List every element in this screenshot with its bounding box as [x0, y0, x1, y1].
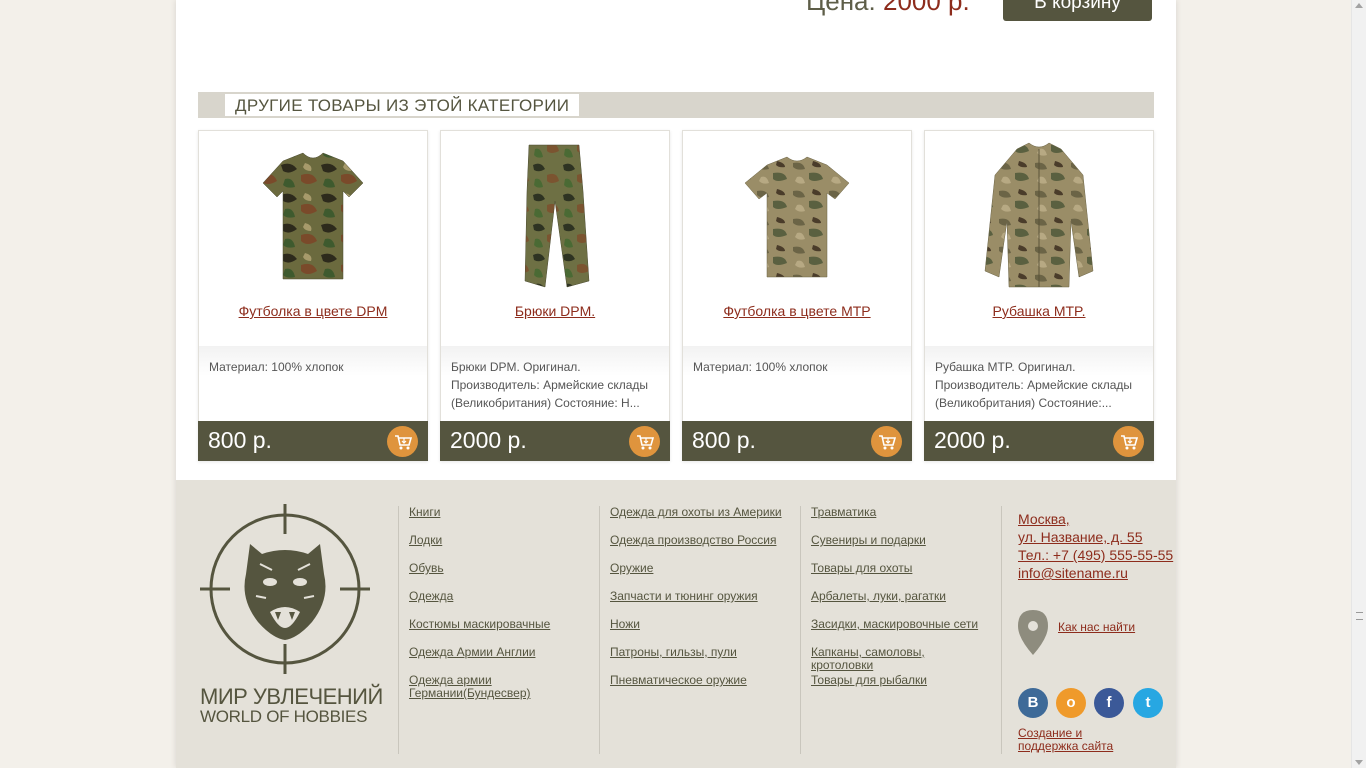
footer-link[interactable]: Товары для охоты	[811, 561, 912, 575]
footer-link[interactable]: Товары для рыбалки	[811, 673, 927, 687]
price-label: Цена:	[806, 0, 876, 16]
footer-link[interactable]: Книги	[409, 505, 440, 519]
product-image-tshirt-dpm[interactable]	[199, 131, 427, 291]
product-description: Материал: 100% хлопок	[683, 346, 911, 421]
contact-phone[interactable]: Тел.: +7 (495) 555-55-55	[1018, 546, 1173, 564]
footer-link[interactable]: Оружие	[610, 561, 653, 575]
site-credit-link[interactable]: Создание и поддержка сайта	[1018, 727, 1138, 753]
footer-menu-column-3: Травматика Сувениры и подарки Товары для…	[800, 506, 1001, 754]
category-title: ДРУГИЕ ТОВАРЫ ИЗ ЭТОЙ КАТЕГОРИИ	[223, 92, 582, 118]
product-price: 2000 р.	[934, 427, 1011, 453]
product-price-bar: 800 р.	[198, 421, 428, 461]
contact-block: Москва, ул. Название, д. 55 Тел.: +7 (49…	[1018, 510, 1173, 582]
footer-menu-column-2: Одежда для охоты из Америки Одежда произ…	[599, 506, 800, 754]
product-title-link[interactable]: Рубашка MTP.	[925, 303, 1153, 319]
top-product-price: Цена: 2000 р.	[806, 0, 970, 17]
footer-link[interactable]: Одежда Армии Англии	[409, 645, 535, 659]
page-container: Цена: 2000 р. В корзину ДРУГИЕ ТОВАРЫ ИЗ…	[176, 0, 1176, 768]
product-price: 800 р.	[692, 427, 756, 453]
footer-link[interactable]: Одежда для охоты из Америки	[610, 505, 782, 519]
product-image-tshirt-mtp[interactable]	[683, 131, 911, 291]
product-card[interactable]: Рубашка MTP. Рубашка MTP. Оригинал. Прои…	[924, 130, 1154, 461]
tiger-logo-icon[interactable]	[200, 504, 370, 674]
product-card[interactable]: Футболка в цвете MTP Материал: 100% хлоп…	[682, 130, 912, 461]
footer-link[interactable]: Костюмы маскировачные	[409, 617, 550, 631]
footer-link[interactable]: Капканы, самоловы, кротоловки	[811, 645, 925, 672]
cart-icon[interactable]	[387, 426, 418, 457]
product-title-link[interactable]: Футболка в цвете DPM	[199, 303, 427, 319]
footer-link[interactable]: Ножи	[610, 617, 640, 631]
product-card[interactable]: Футболка в цвете DPM Материал: 100% хлоп…	[198, 130, 428, 461]
odnoklassniki-icon[interactable]: o	[1056, 688, 1086, 718]
cart-icon[interactable]	[629, 426, 660, 457]
footer-link[interactable]: Арбалеты, луки, рагатки	[811, 589, 946, 603]
contact-city[interactable]: Москва,	[1018, 510, 1173, 528]
price-value: 2000 р.	[882, 0, 970, 16]
footer-link[interactable]: Лодки	[409, 533, 442, 547]
footer-link[interactable]: Обувь	[409, 561, 444, 575]
product-description: Рубашка MTP. Оригинал. Производитель: Ар…	[925, 346, 1153, 421]
product-price-bar: 800 р.	[682, 421, 912, 461]
product-description: Материал: 100% хлопок	[199, 346, 427, 421]
product-price: 800 р.	[208, 427, 272, 453]
footer-column-divider	[1001, 506, 1003, 754]
product-image-shirt-mtp[interactable]	[925, 131, 1153, 291]
find-us-link[interactable]: Как нас найти	[1058, 620, 1135, 634]
cart-icon[interactable]	[871, 426, 902, 457]
product-title-link[interactable]: Футболка в цвете MTP	[683, 303, 911, 319]
facebook-icon[interactable]: f	[1094, 688, 1124, 718]
twitter-icon[interactable]: t	[1133, 688, 1163, 718]
footer-link[interactable]: Пневматическое оружие	[610, 673, 747, 687]
contact-email[interactable]: info@sitename.ru	[1018, 564, 1173, 582]
vertical-scrollbar[interactable]	[1351, 0, 1366, 768]
product-price-bar: 2000 р.	[924, 421, 1154, 461]
contact-street[interactable]: ул. Название, д. 55	[1018, 528, 1173, 546]
footer: МИР УВЛЕЧЕНИЙ WORLD OF HOBBIES Книги Лод…	[176, 480, 1176, 768]
vk-icon[interactable]: В	[1018, 688, 1048, 718]
scroll-up-arrow-icon[interactable]	[1355, 3, 1363, 8]
map-pin-icon[interactable]	[1018, 610, 1048, 655]
scrollbar-grip-icon[interactable]	[1356, 612, 1363, 620]
product-description: Брюки DPM. Оригинал. Производитель: Арме…	[441, 346, 669, 421]
product-title-link[interactable]: Брюки DPM.	[441, 303, 669, 319]
footer-link[interactable]: Засидки, маскировочные сети	[811, 617, 978, 631]
brand-name-en: WORLD OF HOBBIES	[200, 707, 368, 726]
footer-link[interactable]: Травматика	[811, 505, 876, 519]
cart-icon[interactable]	[1113, 426, 1144, 457]
footer-menu-column-1: Книги Лодки Обувь Одежда Костюмы маскиро…	[398, 506, 599, 754]
footer-link[interactable]: Одежда армии Германии(Бундесвер)	[409, 673, 531, 700]
product-price: 2000 р.	[450, 427, 527, 453]
footer-link[interactable]: Одежда	[409, 589, 453, 603]
add-to-cart-button[interactable]: В корзину	[1003, 0, 1152, 21]
footer-link[interactable]: Сувениры и подарки	[811, 533, 926, 547]
product-price-bar: 2000 р.	[440, 421, 670, 461]
scroll-down-arrow-icon[interactable]	[1355, 760, 1363, 765]
footer-link[interactable]: Патроны, гильзы, пули	[610, 645, 737, 659]
footer-link[interactable]: Запчасти и тюнинг оружия	[610, 589, 758, 603]
footer-link[interactable]: Одежда производство Россия	[610, 533, 776, 547]
product-image-trousers-dpm[interactable]	[441, 131, 669, 291]
product-card[interactable]: Брюки DPM. Брюки DPM. Оригинал. Производ…	[440, 130, 670, 461]
